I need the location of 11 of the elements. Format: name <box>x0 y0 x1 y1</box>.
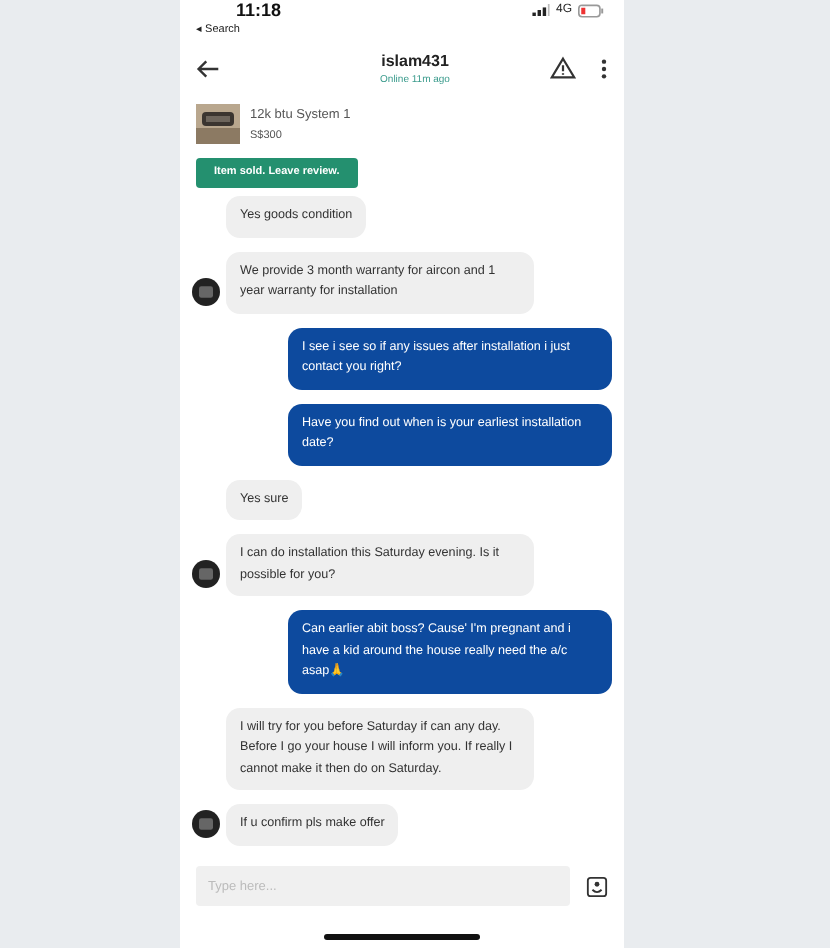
avatar-icon[interactable] <box>192 277 220 305</box>
sticker-icon[interactable] <box>586 875 608 897</box>
avatar-icon[interactable] <box>192 560 220 588</box>
avatar-icon[interactable] <box>192 809 220 837</box>
contact-name: islam431 <box>381 51 449 69</box>
more-options-icon[interactable] <box>600 57 608 79</box>
warning-icon[interactable] <box>550 56 576 80</box>
signal-icon <box>531 4 550 16</box>
status-time: 11:18 <box>236 1 282 19</box>
back-arrow-icon[interactable] <box>196 57 220 79</box>
battery-icon <box>578 3 604 17</box>
